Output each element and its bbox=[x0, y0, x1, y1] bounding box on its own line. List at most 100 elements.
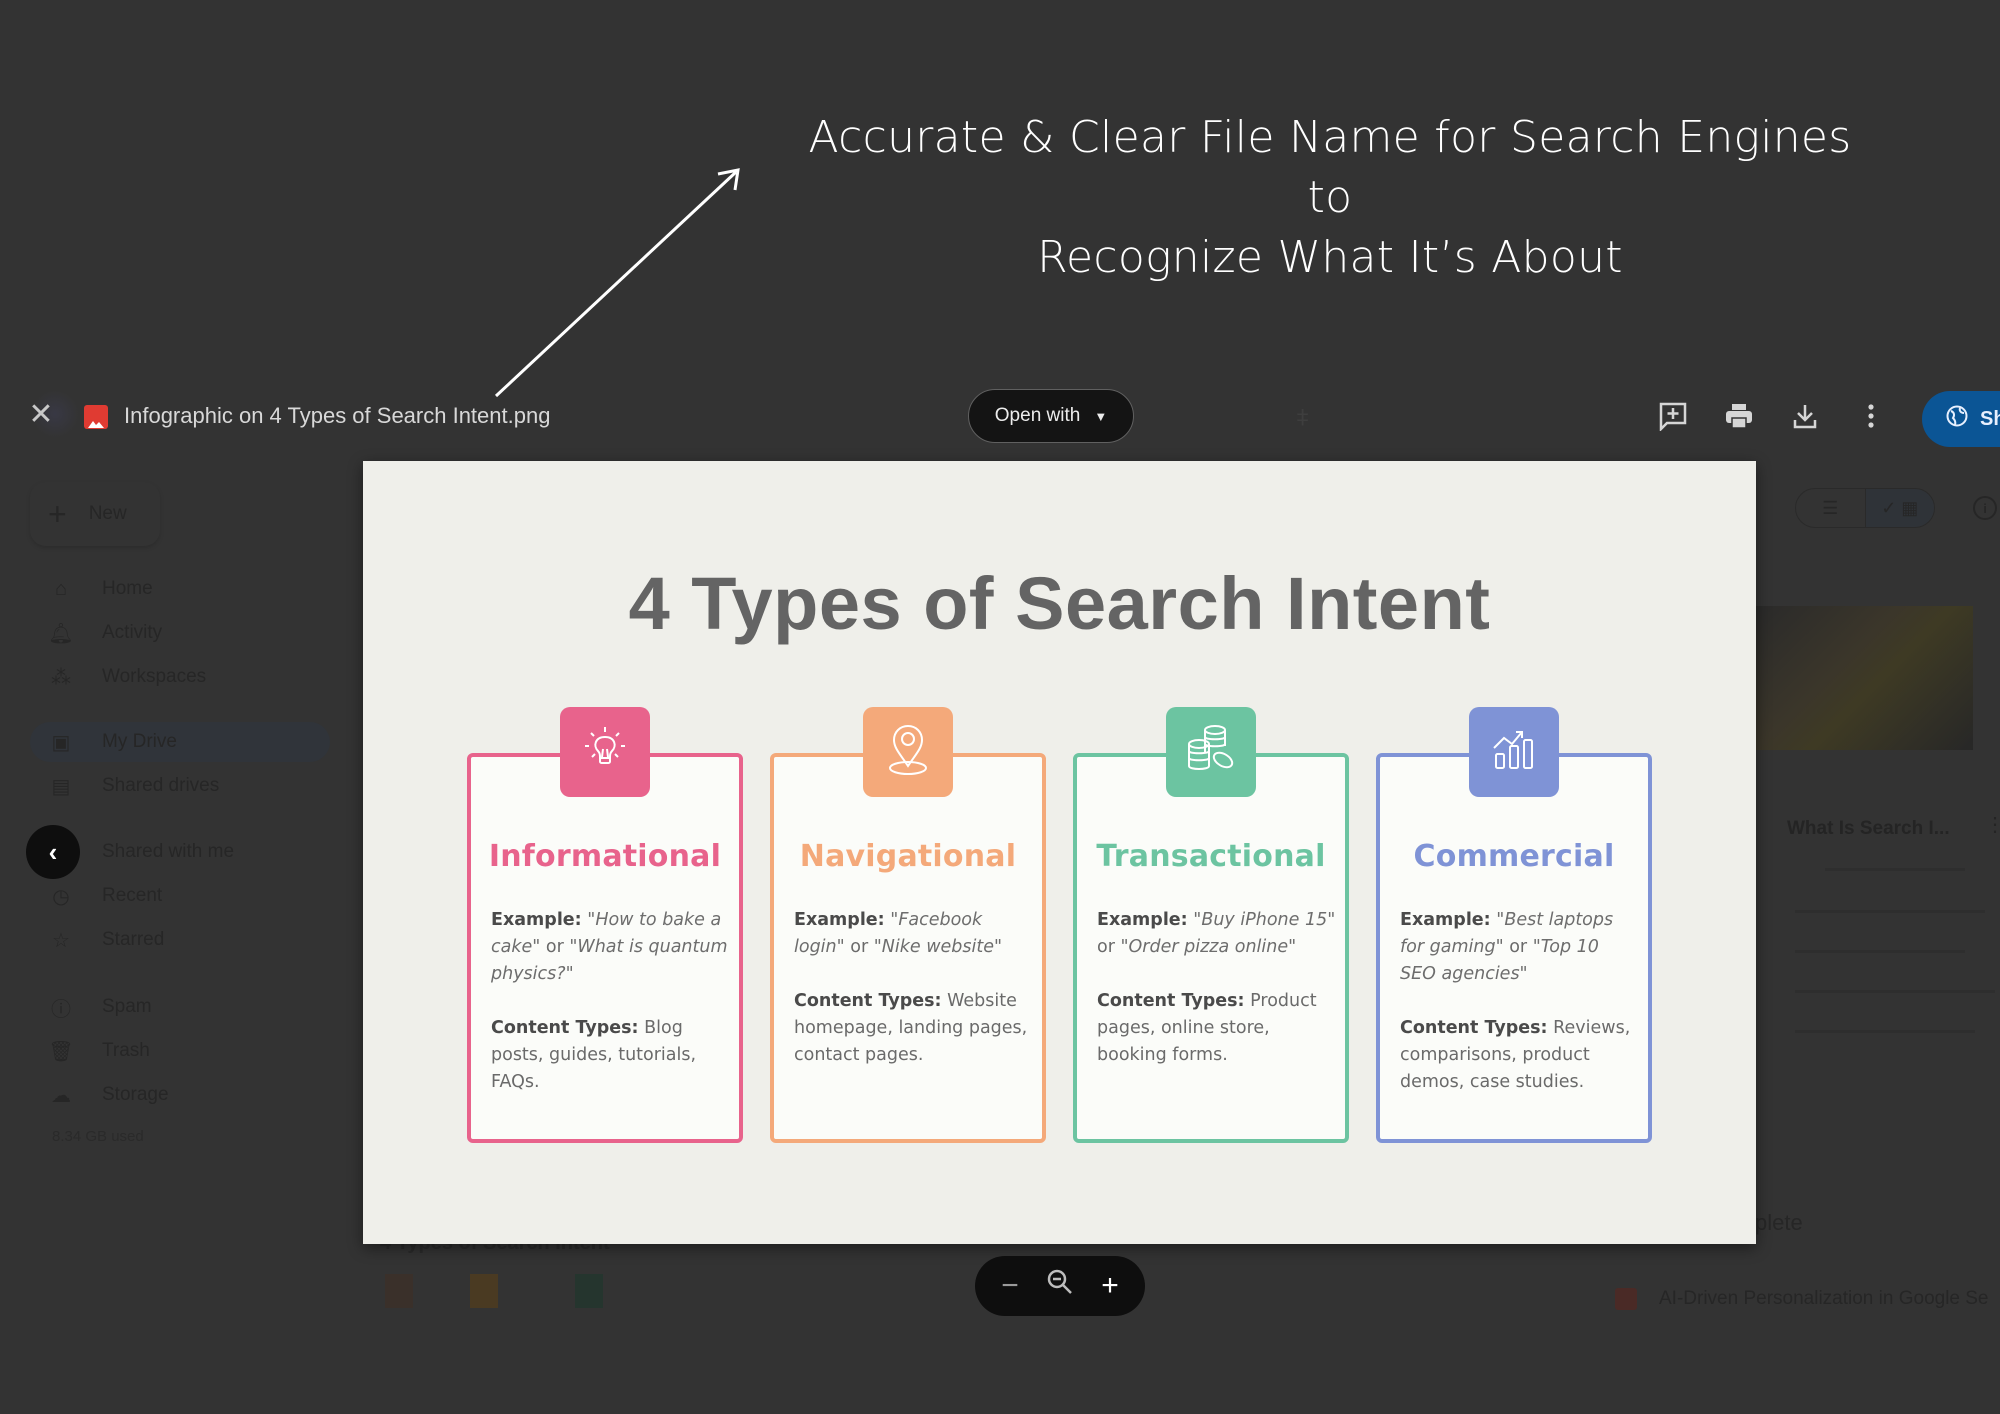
home-icon: ⌂ bbox=[54, 577, 68, 600]
card-example: Example: "How to bake a cake" or "What i… bbox=[491, 907, 731, 988]
infographic-title: 4 Types of Search Intent bbox=[628, 562, 1491, 645]
sidebar-item-label: Shared with me bbox=[102, 841, 235, 862]
or-word: or bbox=[1509, 937, 1528, 957]
example-label: Example: bbox=[491, 910, 582, 930]
clock-icon: ◷ bbox=[52, 885, 70, 908]
or-word: or bbox=[545, 937, 564, 957]
card-body: Example: "How to bake a cake" or "What i… bbox=[491, 907, 731, 1123]
sidebar-item-label: Activity bbox=[102, 622, 163, 643]
background-status-text: plete bbox=[1755, 1210, 1803, 1235]
caption-line-1: Accurate & Clear File Name for Search En… bbox=[808, 112, 1852, 223]
or-word: or bbox=[850, 937, 869, 957]
sidebar-item-spam[interactable]: ⓘ Spam bbox=[30, 987, 330, 1027]
image-file-icon bbox=[1615, 1288, 1637, 1310]
trash-icon: 🗑︎ bbox=[48, 1040, 74, 1063]
sidebar-item-label: Starred bbox=[102, 929, 165, 950]
card-content-types: Content Types: Reviews, comparisons, pro… bbox=[1400, 1015, 1640, 1096]
sidebar-item-my-drive[interactable]: ▣ My Drive bbox=[30, 722, 330, 762]
recent-file-row[interactable]: AI-Driven Personalization in Google Se bbox=[1615, 1288, 1989, 1310]
open-with-button[interactable]: Open with ▼ bbox=[968, 389, 1134, 443]
content-types-label: Content Types: bbox=[491, 1018, 639, 1038]
card-body: Example: "Buy iPhone 15" or "Order pizza… bbox=[1097, 907, 1337, 1096]
sidebar-item-shared-drives[interactable]: ▤ Shared drives bbox=[30, 766, 330, 806]
info-icon[interactable]: i bbox=[1973, 496, 1997, 520]
intent-card-transactional: Transactional Example: "Buy iPhone 15" o… bbox=[1073, 707, 1349, 1143]
caption-line-2: Recognize What It’s About bbox=[1037, 232, 1623, 283]
lightbulb-icon bbox=[579, 724, 631, 781]
background-thumb-block bbox=[385, 1274, 413, 1308]
bell-icon: 🔔︎ bbox=[48, 622, 74, 645]
zoom-controls: − + bbox=[975, 1256, 1145, 1316]
cloud-icon: ☁︎ bbox=[51, 1084, 71, 1107]
example-2: "Order pizza online" bbox=[1120, 937, 1297, 957]
coins-icon bbox=[1183, 722, 1239, 783]
sidebar-item-label: Recent bbox=[102, 885, 163, 906]
or-word: or bbox=[1097, 937, 1115, 957]
star-icon: ☆ bbox=[52, 929, 70, 952]
sidebar-item-label: Trash bbox=[102, 1040, 150, 1061]
magnifier-icon bbox=[1047, 1269, 1072, 1294]
file-name: Infographic on 4 Types of Search Intent.… bbox=[124, 403, 551, 428]
card-example: Example: "Facebook login" or "Nike websi… bbox=[794, 907, 1034, 961]
download-icon[interactable] bbox=[1788, 399, 1822, 433]
intent-card-navigational: Navigational Example: "Facebook login" o… bbox=[770, 707, 1046, 1143]
image-preview: 4 Types of Search Intent Informational E… bbox=[363, 461, 1756, 1244]
card-example: Example: "Best laptops for gaming" or "T… bbox=[1400, 907, 1640, 988]
collapse-sidebar-button[interactable]: ‹ bbox=[26, 825, 80, 879]
sidebar-item-activity[interactable]: 🔔︎ Activity bbox=[30, 613, 330, 653]
card-title: Navigational bbox=[799, 839, 1017, 874]
plus-icon: + bbox=[48, 495, 67, 532]
card-body: Example: "Best laptops for gaming" or "T… bbox=[1400, 907, 1640, 1123]
card-content-types: Content Types: Product pages, online sto… bbox=[1097, 988, 1337, 1069]
list-view-icon[interactable]: ☰ bbox=[1796, 489, 1865, 527]
sidebar-item-trash[interactable]: 🗑︎ Trash bbox=[30, 1031, 330, 1071]
divider bbox=[1795, 990, 1995, 993]
content-types-label: Content Types: bbox=[794, 991, 942, 1011]
my-drive-icon: ▣ bbox=[51, 731, 71, 754]
grid-view-icon[interactable]: ✓ ▦ bbox=[1864, 489, 1934, 527]
close-icon[interactable]: ✕ bbox=[26, 400, 56, 431]
screenshot-canvas: + New ⌂ Home 🔔︎ Activity ⁂ Workspaces ▣ … bbox=[0, 0, 2000, 1414]
new-button[interactable]: + New bbox=[30, 482, 160, 546]
sidebar-item-home[interactable]: ⌂ Home bbox=[30, 569, 330, 609]
card-title: Commercial bbox=[1413, 839, 1615, 874]
spam-icon: ⓘ bbox=[51, 998, 71, 1021]
card-title: Transactional bbox=[1096, 839, 1326, 874]
share-label: Sh bbox=[1980, 407, 2000, 430]
sidebar-item-label: Home bbox=[102, 578, 153, 599]
card-badge bbox=[1166, 707, 1256, 797]
sidebar-item-label: Shared drives bbox=[102, 775, 220, 796]
sidebar-item-storage[interactable]: ☁︎ Storage bbox=[30, 1075, 330, 1115]
sidebar-item-workspaces[interactable]: ⁂ Workspaces bbox=[30, 657, 330, 697]
details-file-title: What Is Search I... bbox=[1787, 818, 1950, 839]
card-badge bbox=[863, 707, 953, 797]
adjust-icon: ⧧ bbox=[1296, 401, 1310, 431]
example-label: Example: bbox=[794, 910, 885, 930]
chevron-left-icon: ‹ bbox=[48, 836, 58, 867]
divider bbox=[1795, 950, 1965, 953]
add-comment-icon[interactable] bbox=[1656, 399, 1690, 433]
example-1: "Buy iPhone 15" bbox=[1193, 910, 1336, 930]
file-thumbnail bbox=[1755, 606, 1973, 750]
print-icon[interactable] bbox=[1722, 399, 1756, 433]
zoom-in-button[interactable]: + bbox=[1090, 1269, 1130, 1303]
share-button[interactable]: Sh bbox=[1922, 391, 2000, 447]
recent-file-name: AI-Driven Personalization in Google Se bbox=[1659, 1288, 1989, 1309]
card-content-types: Content Types: Blog posts, guides, tutor… bbox=[491, 1015, 731, 1096]
zoom-reset-button[interactable] bbox=[1040, 1268, 1080, 1304]
zoom-out-button[interactable]: − bbox=[990, 1269, 1030, 1303]
sidebar-item-label: Storage bbox=[102, 1084, 169, 1105]
sidebar-item-starred[interactable]: ☆ Starred bbox=[30, 920, 330, 960]
workspaces-icon: ⁂ bbox=[51, 666, 71, 689]
sidebar-item-recent[interactable]: ◷ Recent bbox=[30, 876, 330, 916]
card-example: Example: "Buy iPhone 15" or "Order pizza… bbox=[1097, 907, 1337, 961]
growth-chart-icon bbox=[1488, 724, 1540, 781]
intent-card-commercial: Commercial Example: "Best laptops for ga… bbox=[1376, 707, 1652, 1143]
view-toggle[interactable]: ☰ ✓ ▦ bbox=[1795, 488, 1935, 528]
more-vert-icon[interactable]: ⋮ bbox=[1985, 812, 2000, 837]
sidebar-item-label: Spam bbox=[102, 996, 152, 1017]
card-badge bbox=[560, 707, 650, 797]
more-vert-icon[interactable] bbox=[1854, 399, 1888, 433]
intent-card-informational: Informational Example: "How to bake a ca… bbox=[467, 707, 743, 1143]
location-pin-icon bbox=[882, 722, 934, 783]
